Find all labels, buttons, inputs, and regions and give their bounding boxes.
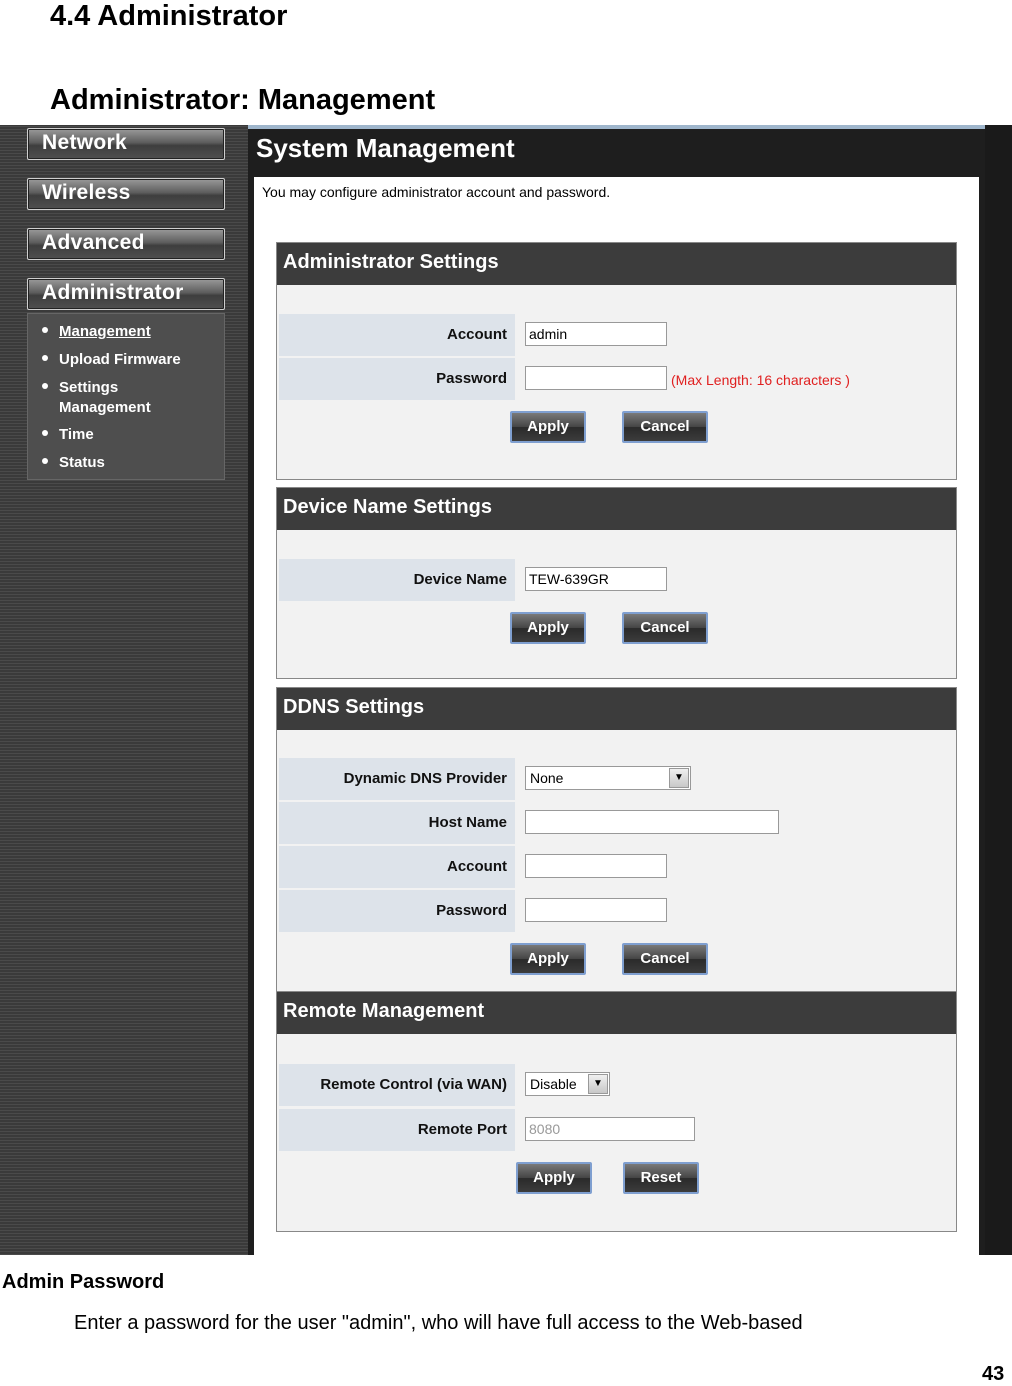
chevron-down-icon: ▼ [669, 768, 689, 788]
device-name-settings-section: Device Name Settings Device Name TEW-639… [276, 487, 957, 679]
ddns-account-label: Account [279, 846, 515, 888]
bullet-icon [42, 383, 48, 390]
remote-port-label: Remote Port [279, 1109, 515, 1151]
cancel-button[interactable]: Cancel [622, 943, 708, 975]
section-heading: DDNS Settings [277, 688, 956, 730]
administrator-settings-section: Administrator Settings Account admin Pas… [276, 242, 957, 480]
submenu-item-status[interactable]: Status [42, 453, 105, 473]
apply-button[interactable]: Apply [510, 612, 586, 644]
remote-control-value: Disable [530, 1076, 577, 1092]
sidebar: Network Wireless Advanced Administrator … [0, 125, 248, 1255]
page-number: 43 [982, 1363, 1005, 1385]
password-row: Password (Max Length: 16 characters ) [279, 358, 956, 400]
content-area: You may configure administrator account … [254, 177, 979, 1255]
account-label: Account [279, 314, 515, 356]
cancel-button[interactable]: Cancel [622, 612, 708, 644]
section-heading: Administrator Settings [277, 243, 956, 285]
ddns-provider-label: Dynamic DNS Provider [279, 758, 515, 800]
ddns-account-input[interactable] [525, 854, 667, 878]
section-heading: Device Name Settings [277, 488, 956, 530]
chevron-down-icon: ▼ [588, 1074, 608, 1094]
section-heading: 4.4 Administrator [50, 0, 288, 32]
ddns-password-label: Password [279, 890, 515, 932]
nav-wireless-button[interactable]: Wireless [27, 178, 225, 210]
host-name-label: Host Name [279, 802, 515, 844]
password-label: Password [279, 358, 515, 400]
section-heading: Remote Management [277, 992, 956, 1034]
cancel-button[interactable]: Cancel [622, 411, 708, 443]
page-subheading: Administrator: Management [50, 84, 436, 116]
nav-network-button[interactable]: Network [27, 128, 225, 160]
device-name-input[interactable]: TEW-639GR [525, 567, 667, 591]
ddns-account-row: Account [279, 846, 956, 888]
device-name-row: Device Name TEW-639GR [279, 559, 956, 601]
bullet-icon [42, 327, 48, 334]
apply-button[interactable]: Apply [510, 943, 586, 975]
account-row: Account admin [279, 314, 956, 356]
ddns-password-row: Password [279, 890, 956, 932]
administrator-submenu: Management Upload Firmware Settings Mana… [27, 313, 225, 480]
submenu-item-management[interactable]: Management [42, 322, 151, 342]
password-length-note: (Max Length: 16 characters ) [671, 372, 850, 388]
apply-button[interactable]: Apply [516, 1162, 592, 1194]
reset-button[interactable]: Reset [623, 1162, 699, 1194]
remote-control-select[interactable]: Disable ▼ [525, 1072, 610, 1096]
main-panel: System Management You may configure admi… [248, 125, 985, 1255]
field-label: Admin Password [2, 1271, 165, 1293]
account-input[interactable]: admin [525, 322, 667, 346]
password-input[interactable] [525, 366, 667, 390]
submenu-item-upload-firmware[interactable]: Upload Firmware [42, 350, 181, 370]
host-name-input[interactable] [525, 810, 779, 834]
remote-control-row: Remote Control (via WAN) Disable ▼ [279, 1064, 956, 1106]
top-accent-bar [248, 125, 985, 129]
remote-port-input[interactable]: 8080 [525, 1117, 695, 1141]
field-description: Enter a password for the user "admin", w… [74, 1312, 803, 1334]
router-ui-screenshot: Network Wireless Advanced Administrator … [0, 125, 1012, 1255]
ddns-password-input[interactable] [525, 898, 667, 922]
bullet-icon [42, 355, 48, 362]
submenu-item-time[interactable]: Time [42, 425, 94, 445]
remote-control-label: Remote Control (via WAN) [279, 1064, 515, 1106]
host-name-row: Host Name [279, 802, 956, 844]
apply-button[interactable]: Apply [510, 411, 586, 443]
remote-port-row: Remote Port 8080 [279, 1109, 956, 1151]
ddns-provider-row: Dynamic DNS Provider None ▼ [279, 758, 956, 800]
right-border-strip [985, 125, 1012, 1255]
bullet-icon [42, 430, 48, 437]
nav-advanced-button[interactable]: Advanced [27, 228, 225, 260]
nav-administrator-button[interactable]: Administrator [27, 278, 225, 310]
ddns-provider-select[interactable]: None ▼ [525, 766, 691, 790]
page-title: System Management [256, 133, 515, 163]
ddns-provider-value: None [530, 770, 564, 786]
remote-management-section: Remote Management Remote Control (via WA… [276, 991, 957, 1232]
intro-text: You may configure administrator account … [262, 184, 611, 200]
submenu-item-settings-management[interactable]: Settings Management [42, 378, 169, 418]
bullet-icon [42, 458, 48, 465]
ddns-settings-section: DDNS Settings Dynamic DNS Provider None … [276, 687, 957, 992]
device-name-label: Device Name [279, 559, 515, 601]
